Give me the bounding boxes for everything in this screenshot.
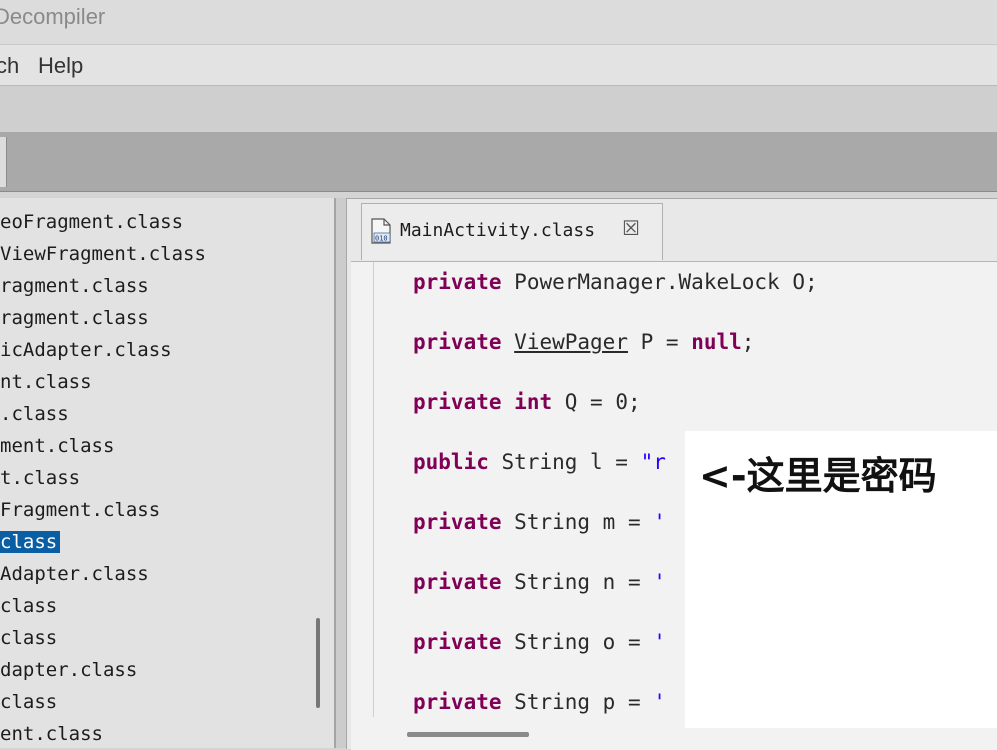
code-modifier: private (413, 690, 502, 714)
tree-item-label: class (0, 531, 61, 553)
code-modifier: private (413, 630, 502, 654)
menu-help[interactable]: Help (38, 53, 83, 79)
code-type: ViewPager (514, 330, 628, 354)
code-modifier: private (413, 510, 502, 534)
tree-item-label: Fragment.class (0, 499, 161, 521)
code-value: ' (653, 570, 666, 594)
tree-item[interactable]: eoFragment.class (0, 206, 320, 238)
code-type: String (501, 450, 578, 474)
close-icon[interactable]: ☒ (622, 216, 640, 240)
code-type: String (514, 570, 591, 594)
code-value: null (691, 330, 742, 354)
tree-item-label: .class (0, 403, 69, 425)
code-value: ' (653, 630, 666, 654)
splitter[interactable] (336, 198, 346, 748)
code-text: o = (590, 630, 654, 654)
code-text: ; (741, 330, 755, 354)
tree-item-label: class (0, 627, 58, 649)
tree-item-label: t.class (0, 467, 81, 489)
code-type: String (514, 630, 591, 654)
code-value: ' (653, 510, 666, 534)
tree-item-label: class (0, 691, 58, 713)
code-text: m = (590, 510, 654, 534)
code-modifier: private (413, 270, 502, 294)
tree-item-label: nt.class (0, 371, 92, 393)
tree-item-label: ragment.class (0, 275, 149, 297)
code-text: P = (627, 330, 692, 354)
code-type: PowerManager.WakeLock (514, 270, 780, 294)
tree-item[interactable]: ViewFragment.class (0, 238, 320, 270)
tree-item-label: class (0, 595, 58, 617)
menu-search[interactable]: ch (0, 53, 19, 79)
left-tab-edge[interactable] (0, 137, 7, 187)
class-tree-panel: eoFragment.class ViewFragment.class ragmen… (0, 198, 336, 748)
window-title: Decompiler (0, 4, 106, 29)
tree-item[interactable]: icAdapter.class (0, 334, 320, 366)
class-file-icon: 010 (371, 218, 391, 244)
annotation-caption: <-这里是密码 (699, 454, 937, 498)
tree-item-label: ragment.class (0, 307, 149, 329)
tree-item-label: Adapter.class (0, 563, 149, 585)
tree-item-label: dapter.class (0, 659, 138, 681)
class-tree: eoFragment.class ViewFragment.class ragmen… (0, 206, 320, 748)
code-modifier: public (413, 450, 489, 474)
code-text: p = (590, 690, 654, 714)
tree-item[interactable]: ent.class (0, 718, 320, 748)
code-type: int (514, 390, 553, 414)
tab-label: MainActivity.class (400, 220, 596, 241)
code-modifier: private (413, 390, 502, 414)
code-text: O; (779, 270, 818, 294)
tab-strip (0, 133, 997, 192)
annotation-overlay: <-这里是密码 (685, 431, 997, 728)
tree-item-label: ment.class (0, 435, 115, 457)
tree-item[interactable]: .class (0, 398, 320, 430)
code-text: l = (577, 450, 641, 474)
code-line: private PowerManager.WakeLock O; (413, 266, 818, 326)
code-text: Q = 0; (552, 390, 641, 414)
title-bar: Decompiler (0, 0, 997, 44)
tree-item[interactable]: nt.class (0, 366, 320, 398)
tree-item[interactable]: class (0, 622, 320, 654)
tree-item[interactable]: dapter.class (0, 654, 320, 686)
code-text: n = (590, 570, 654, 594)
tree-item[interactable]: Fragment.class (0, 494, 320, 526)
tree-item[interactable]: class (0, 590, 320, 622)
tree-item-label: ent.class (0, 723, 103, 745)
toolbar (0, 86, 997, 133)
code-value: ' (653, 690, 666, 714)
code-modifier: private (413, 570, 502, 594)
code-line: private ViewPager P = null; (413, 326, 818, 386)
tree-item-label: icAdapter.class (0, 339, 172, 361)
code-type: String (514, 690, 591, 714)
tree-item-label: ViewFragment.class (0, 243, 206, 265)
tree-item[interactable]: ment.class (0, 430, 320, 462)
tree-scrollbar[interactable] (316, 618, 320, 708)
tree-item[interactable]: Adapter.class (0, 558, 320, 590)
tab-main-activity[interactable]: 010 MainActivity.class ☒ (361, 203, 663, 260)
code-modifier: private (413, 330, 502, 354)
horizontal-scrollbar[interactable] (407, 732, 529, 737)
fold-gutter (373, 262, 380, 717)
code-type: String (514, 510, 591, 534)
tree-item-label: eoFragment.class (0, 211, 184, 233)
tree-item[interactable]: class (0, 686, 320, 718)
tree-item[interactable]: t.class (0, 462, 320, 494)
tree-item[interactable]: class (0, 526, 320, 558)
code-value: "r (640, 450, 666, 474)
svg-text:010: 010 (375, 235, 388, 243)
tree-item[interactable]: ragment.class (0, 302, 320, 334)
tree-item[interactable]: ragment.class (0, 270, 320, 302)
menu-bar: ch Help (0, 44, 997, 86)
